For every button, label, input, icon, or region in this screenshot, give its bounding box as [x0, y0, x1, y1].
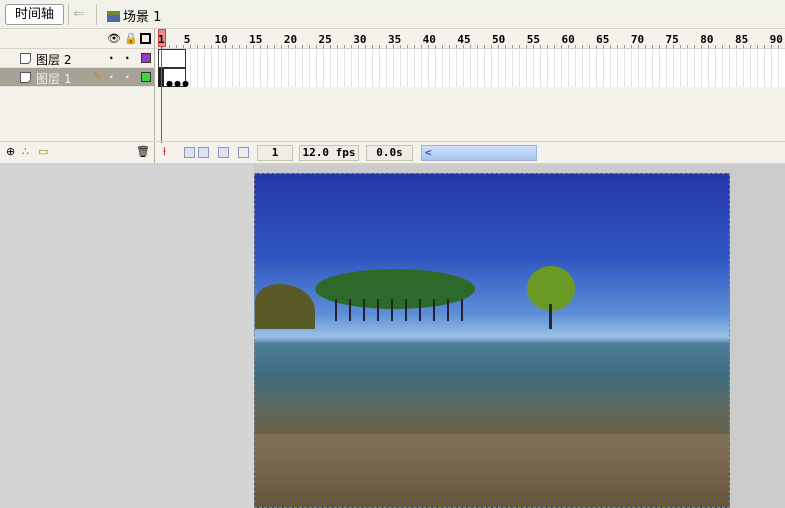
ruler-label: 50 [492, 33, 506, 46]
ruler-label: 5 [183, 33, 191, 46]
keyframe-dots: ●●● [166, 79, 190, 88]
ruler-label: 80 [700, 33, 714, 46]
ruler-label: 20 [283, 33, 298, 46]
toolbar: 时间轴 ⇐ 场景 1 [0, 0, 785, 29]
horizontal-scrollbar[interactable]: < [421, 145, 537, 161]
ruler-label: 70 [630, 33, 645, 46]
divider [96, 4, 97, 25]
ruler-label: 65 [596, 33, 610, 46]
frame-grid[interactable]: ●●● [156, 49, 785, 88]
layer-name[interactable]: 图层 2 [36, 51, 71, 68]
back-arrow-icon[interactable]: ⇐ [73, 6, 85, 22]
ruler-label: 60 [561, 33, 575, 46]
layer-list: 👁 🔒 图层 2 · · 图层 1 ✎ · · ⊕ ∴ ▭ 🗑 [0, 29, 155, 163]
edit-multiple-frames-icon[interactable] [218, 147, 229, 158]
ruler-label: 30 [353, 33, 367, 46]
layer-row[interactable]: 图层 2 · · [0, 49, 154, 68]
ruler-label: 10 [214, 33, 228, 46]
ruler-label: 25 [318, 33, 332, 46]
add-motion-guide-icon[interactable]: ∴ [22, 145, 29, 158]
trash-icon[interactable]: 🗑 [136, 145, 150, 158]
timeline-button[interactable]: 时间轴 [5, 4, 64, 25]
onion-skin-outlines-icon[interactable] [198, 147, 209, 158]
lone-tree-trunk [549, 304, 552, 329]
pebble-shore [255, 434, 729, 507]
timeline-panel: 👁 🔒 图层 2 · · 图层 1 ✎ · · ⊕ ∴ ▭ 🗑 1 5 10 1… [0, 29, 785, 163]
outline-icon[interactable] [140, 33, 151, 44]
modify-onion-markers-icon[interactable] [238, 147, 249, 158]
scene-breadcrumb[interactable]: 场景 1 [107, 6, 161, 25]
ruler-label: 35 [387, 33, 402, 46]
playhead-line [161, 47, 162, 143]
visibility-dot[interactable]: · [109, 70, 114, 84]
frame-rate[interactable]: 12.0 fps [299, 145, 359, 161]
lock-dot[interactable]: · [125, 70, 130, 84]
visibility-dot[interactable]: · [109, 51, 114, 65]
layer-icon [20, 53, 31, 64]
layer-name[interactable]: 图层 1 [36, 70, 71, 87]
frame-area: 1 5 10 15 20 25 30 35 40 45 50 55 60 65 70 75 80 85 90 ●●●… [156, 29, 785, 163]
stage-area [0, 165, 785, 508]
frame-ruler[interactable]: 1 5 10 15 20 25 30 35 40 45 50 55 60 65 70 75 80 85 90 [156, 29, 785, 49]
ruler-label: 55 [526, 33, 540, 46]
timeline-status-bar: ⍿ 1 12.0 fps 0.0s < [156, 141, 785, 163]
ruler-label: 15 [249, 33, 263, 46]
outline-color-swatch[interactable] [141, 72, 151, 82]
ruler-label: 90 [769, 33, 783, 46]
ruler-label: 40 [422, 33, 436, 46]
keyframe-span-layer2[interactable] [158, 49, 186, 68]
layer-footer: ⊕ ∴ ▭ 🗑 [0, 141, 155, 163]
divider [68, 4, 69, 25]
add-layer-icon[interactable]: ⊕ [6, 145, 15, 158]
lock-dot[interactable]: · [125, 51, 130, 65]
scroll-left-icon[interactable]: < [425, 146, 432, 159]
scene-icon [107, 11, 120, 22]
ruler-label: 75 [665, 33, 679, 46]
pasteboard [0, 165, 254, 508]
ruler-label: 85 [734, 33, 749, 46]
layer-header: 👁 🔒 [0, 29, 154, 49]
ruler-label: 45 [457, 33, 471, 46]
lock-icon[interactable]: 🔒 [124, 32, 138, 45]
eye-icon[interactable]: 👁 [107, 32, 121, 45]
center-frame-icon[interactable]: ⍿ [163, 145, 166, 159]
onion-skin-icon[interactable] [184, 147, 195, 158]
current-frame: 1 [257, 145, 293, 161]
ruler-label: 1 [158, 33, 165, 46]
outline-color-swatch[interactable] [141, 53, 151, 63]
pencil-icon: ✎ [93, 70, 103, 83]
tree-trunks [335, 299, 475, 321]
add-folder-icon[interactable]: ▭ [38, 145, 48, 158]
lake-photo[interactable] [254, 173, 730, 508]
layer-row-selected[interactable]: 图层 1 ✎ · · [0, 68, 154, 87]
scene-label: 场景 1 [123, 10, 162, 25]
elapsed-time: 0.0s [366, 145, 413, 161]
layer-icon [20, 72, 31, 83]
reeds [255, 284, 315, 329]
